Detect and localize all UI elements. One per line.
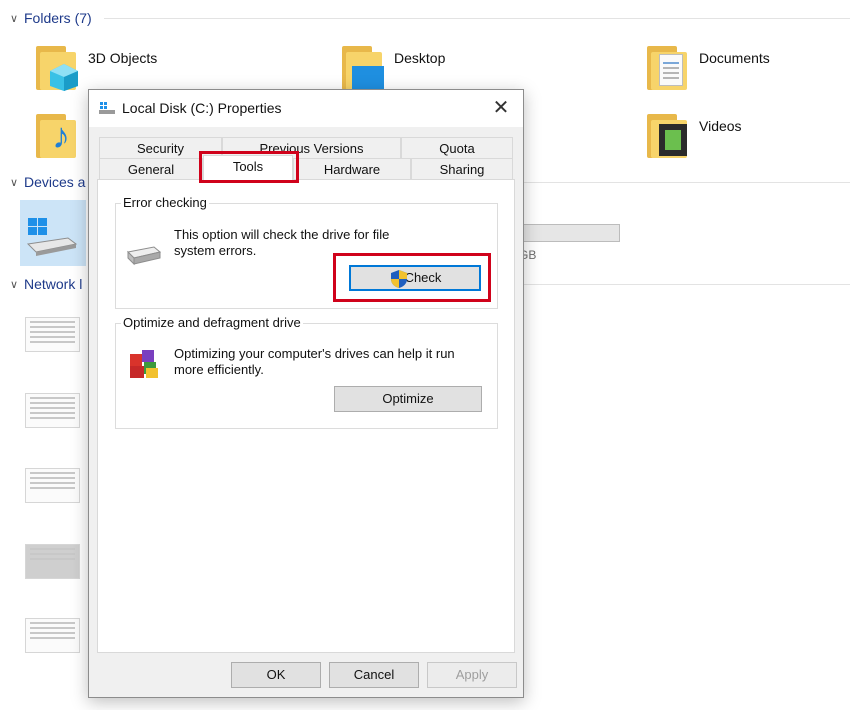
local-disk-drive[interactable] [20, 200, 86, 266]
defragment-icon [130, 350, 158, 378]
dialog-title: Local Disk (C:) Properties [122, 100, 282, 116]
folders-header-label: Folders (7) [24, 10, 92, 26]
error-checking-description: This option will check the drive for fil… [174, 227, 389, 259]
optimize-desc-line: more efficiently. [174, 362, 264, 377]
documents-folder-icon [645, 42, 691, 92]
network-item-thumbnail[interactable] [25, 544, 80, 579]
desktop-folder-icon [340, 42, 386, 92]
devices-header-label: Devices a [24, 174, 86, 190]
network-header-label: Network l [24, 276, 83, 292]
folders-section-header[interactable]: ∨ Folders (7) [10, 10, 92, 26]
optimize-group: Optimize and defragment drive Optimizing… [115, 315, 498, 429]
videos-folder-icon [645, 110, 691, 160]
drive-icon [99, 102, 115, 114]
folder-desktop[interactable]: Desktop [340, 42, 445, 92]
folder-label: Desktop [394, 50, 446, 66]
optimize-title: Optimize and defragment drive [121, 315, 303, 330]
folder-label: Documents [699, 50, 770, 66]
error-checking-title: Error checking [121, 195, 209, 210]
optimize-desc-line: Optimizing your computer's drives can he… [174, 346, 455, 361]
music-note-icon: ♪ [52, 115, 70, 156]
ok-button[interactable]: OK [231, 662, 321, 688]
tab-sharing[interactable]: Sharing [411, 158, 513, 180]
network-item-thumbnail[interactable] [25, 317, 80, 352]
network-item-thumbnail[interactable] [25, 618, 80, 653]
apply-button[interactable]: Apply [427, 662, 517, 688]
folder-music[interactable]: ♪ [34, 110, 80, 160]
cancel-button[interactable]: Cancel [329, 662, 419, 688]
devices-section-header[interactable]: ∨ Devices a [10, 174, 85, 190]
chevron-down-icon: ∨ [10, 176, 19, 189]
dialog-titlebar[interactable]: Local Disk (C:) Properties ✕ [89, 90, 523, 127]
folder-label: 3D Objects [88, 50, 158, 66]
close-icon[interactable]: ✕ [489, 96, 513, 120]
error-checking-desc-line: This option will check the drive for fil… [174, 227, 390, 242]
chevron-down-icon: ∨ [10, 278, 19, 291]
section-divider [520, 182, 850, 183]
folder-videos[interactable]: Videos [645, 110, 742, 160]
section-divider [104, 18, 850, 19]
error-checking-group: Error checking This option will check th… [115, 195, 498, 309]
tab-quota[interactable]: Quota [401, 137, 513, 159]
network-section-header[interactable]: ∨ Network l [10, 276, 82, 292]
folder-label: Videos [699, 118, 742, 134]
network-item-thumbnail[interactable] [25, 393, 80, 428]
tools-tab-panel: Error checking This option will check th… [97, 179, 515, 653]
chevron-down-icon: ∨ [10, 12, 19, 25]
optimize-button[interactable]: Optimize [334, 386, 482, 412]
tab-general[interactable]: General [99, 158, 203, 180]
drive-usage-bar [518, 224, 620, 242]
error-checking-desc-line: system errors. [174, 243, 257, 258]
section-divider [520, 284, 850, 285]
hard-drive-icon [126, 246, 162, 266]
tab-tools[interactable]: Tools [203, 155, 293, 180]
network-item-thumbnail[interactable] [25, 468, 80, 503]
uac-shield-icon [391, 270, 407, 288]
3d-objects-folder-icon [34, 42, 80, 92]
properties-dialog: Local Disk (C:) Properties ✕ Security Pr… [88, 89, 524, 698]
optimize-description: Optimizing your computer's drives can he… [174, 346, 455, 378]
folder-documents[interactable]: Documents [645, 42, 770, 92]
check-button[interactable]: Check [349, 265, 481, 291]
folder-3d-objects[interactable]: 3D Objects [34, 42, 157, 92]
windows-drive-icon [26, 218, 78, 256]
music-folder-icon: ♪ [34, 110, 80, 160]
tab-hardware[interactable]: Hardware [293, 158, 411, 180]
